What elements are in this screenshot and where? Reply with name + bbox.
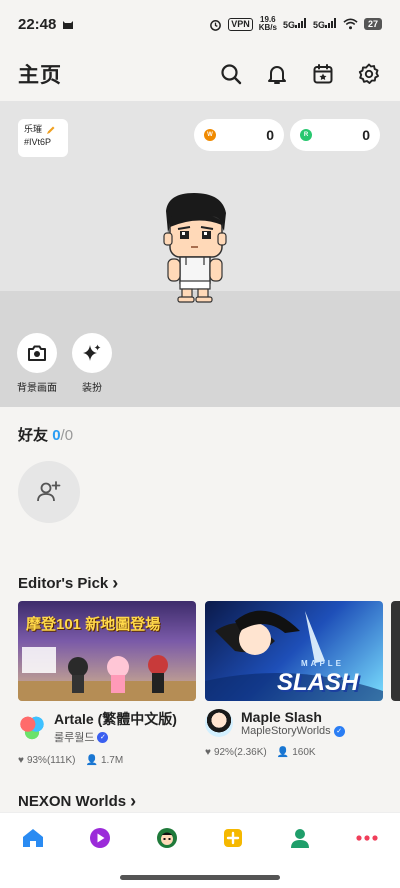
profile-name: 乐璀	[24, 124, 43, 134]
cat-icon	[63, 21, 74, 29]
gem-value: 0	[362, 127, 370, 143]
heart-icon: ♥	[205, 747, 211, 758]
coin-icon: W	[204, 129, 216, 141]
status-bar: 22:48 VPN 19.6 KB/s 5G 5G 27	[0, 0, 400, 48]
calendar-icon[interactable]	[310, 61, 336, 87]
friends-header: 好友 0/0	[18, 424, 73, 445]
status-time: 22:48	[18, 15, 57, 33]
battery-indicator: 27	[363, 18, 382, 30]
vpn-badge: VPN	[228, 17, 253, 31]
person-icon: 👤	[85, 755, 98, 766]
more-icon	[356, 834, 378, 841]
game-card-partial[interactable]	[391, 601, 400, 701]
profile-tag[interactable]: 乐璀 #IVt6P	[18, 119, 68, 157]
rating-stat: ♥ 93%(111K)	[18, 755, 76, 766]
gem-icon: R	[300, 129, 312, 141]
game-card-artale[interactable]: 摩登101 新地圖登場 Artale (繁體中文版) 룰루월드 ✓ ♥ 93%(11…	[18, 601, 196, 766]
friends-title: 好友	[18, 427, 49, 444]
rating-stat: ♥ 92%(2.36K)	[205, 747, 267, 758]
nav-friends[interactable]	[285, 823, 315, 853]
nexon-worlds-title[interactable]: NEXON Worlds ›	[18, 791, 136, 812]
game-name: Maple Slash	[241, 709, 322, 725]
game-developer: 룰루월드 ✓	[54, 729, 177, 745]
signal-1: 5G	[283, 18, 307, 30]
chevron-right-icon: ›	[112, 573, 119, 593]
signal-2: 5G	[313, 18, 337, 30]
players-stat: 👤 1.7M	[85, 755, 124, 766]
wifi-icon	[343, 18, 358, 30]
avatar-icon	[156, 827, 177, 848]
add-person-icon	[37, 481, 61, 502]
signal-bars-icon	[294, 18, 306, 28]
nav-create[interactable]	[218, 823, 248, 853]
chevron-right-icon: ›	[130, 791, 137, 811]
editors-pick-title[interactable]: Editor's Pick ›	[18, 573, 118, 594]
alarm-icon	[210, 19, 222, 31]
nav-home[interactable]	[18, 823, 48, 853]
outfit-label: 装扮	[82, 383, 102, 394]
friends-online-count: 0	[52, 427, 61, 444]
background-label: 背景画面	[17, 383, 57, 394]
maple-slash-logo: SLASH	[277, 669, 359, 696]
nav-more[interactable]	[352, 823, 382, 853]
coin-value: 0	[266, 127, 274, 143]
home-indicator[interactable]	[120, 875, 280, 880]
avatar-showcase: 乐璀 #IVt6P W 0 R 0 背景画面 装扮	[0, 101, 400, 407]
friends-icon	[290, 828, 309, 848]
game-card-maple-slash[interactable]: MAPLE SLASH Maple Slash MapleStoryWorlds…	[205, 601, 383, 758]
profile-tag-code: #IVt6P	[24, 137, 52, 147]
game-banner-maple-slash: MAPLE SLASH	[205, 601, 383, 701]
game-banner-artale: 摩登101 新地圖登場	[18, 601, 196, 701]
heart-icon: ♥	[18, 755, 24, 766]
nav-avatar[interactable]	[152, 823, 182, 853]
page-title: 主页	[18, 64, 62, 87]
currency-coin[interactable]: W 0	[194, 119, 284, 151]
signal-bars-icon	[324, 18, 336, 28]
edit-icon[interactable]	[46, 125, 56, 135]
add-icon	[224, 828, 243, 847]
bottom-nav	[0, 812, 400, 862]
play-icon	[89, 827, 110, 848]
artale-icon	[18, 713, 46, 741]
search-icon[interactable]	[218, 61, 244, 87]
maple-slash-small-logo: MAPLE	[301, 659, 344, 668]
player-avatar[interactable]	[158, 191, 232, 303]
nav-play[interactable]	[85, 823, 115, 853]
home-icon	[23, 828, 44, 847]
network-speed: 19.6 KB/s	[258, 15, 277, 32]
sparkle-icon	[83, 344, 101, 361]
add-friend-button[interactable]	[18, 461, 80, 523]
currency-gem[interactable]: R 0	[290, 119, 380, 151]
friends-total-count: 0	[64, 427, 74, 444]
players-stat: 👤 160K	[276, 747, 316, 758]
game-name: Artale (繁體中文版)	[54, 711, 177, 727]
gear-icon[interactable]	[356, 61, 382, 87]
artale-banner-text: 摩登101 新地圖登場	[26, 616, 161, 633]
verified-icon: ✓	[333, 725, 345, 737]
artale-characters	[18, 647, 196, 701]
person-icon: 👤	[276, 747, 290, 758]
game-developer: MapleStoryWorlds ✓	[241, 725, 345, 737]
bell-icon[interactable]	[264, 61, 290, 87]
background-button[interactable]	[17, 333, 57, 373]
camera-icon	[28, 345, 46, 361]
maple-slash-icon	[205, 709, 233, 737]
verified-icon: ✓	[97, 731, 109, 743]
outfit-button[interactable]	[72, 333, 112, 373]
header: 主页	[0, 48, 400, 100]
